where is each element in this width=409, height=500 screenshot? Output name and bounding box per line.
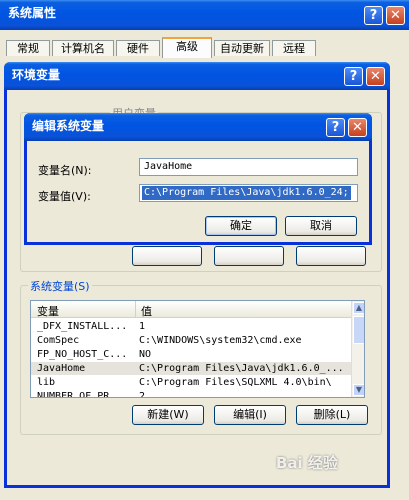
- sysprops-help-button[interactable]: ?: [364, 6, 383, 25]
- close-icon: ✕: [352, 120, 363, 135]
- var-value-selected-text: C:\Program Files\Java\jdk1.6.0_24;: [142, 186, 351, 200]
- list-item[interactable]: FP_NO_HOST_C... NO: [31, 348, 351, 361]
- editdlg-cancel-button[interactable]: 取消: [285, 216, 357, 236]
- sysprops-titlebar[interactable]: 系统属性 ? ✕: [0, 0, 409, 30]
- sys-new-button[interactable]: 新建(W): [132, 405, 204, 425]
- var-name-label: 变量名(N):: [38, 164, 92, 177]
- list-item[interactable]: NUMBER_OF_PR... 2: [31, 390, 351, 397]
- col-divider: [135, 301, 136, 317]
- tab-advanced[interactable]: 高级: [162, 37, 212, 58]
- list-item[interactable]: _DFX_INSTALL... 1: [31, 320, 351, 333]
- sys-delete-button[interactable]: 删除(L): [296, 405, 368, 425]
- editdlg-title: 编辑系统变量: [32, 119, 105, 133]
- scroll-down-icon[interactable]: ▼: [353, 384, 364, 396]
- sysprops-close-button[interactable]: ✕: [386, 6, 405, 25]
- sys-vars-label: 系统变量(S): [28, 278, 92, 294]
- editdlg-help-button[interactable]: ?: [326, 118, 345, 137]
- list-item[interactable]: lib C:\Program Files\SQLXML 4.0\bin\: [31, 376, 351, 389]
- col-header-var[interactable]: 变量: [37, 303, 59, 319]
- var-name-input[interactable]: JavaHome: [139, 158, 358, 176]
- close-icon: ✕: [370, 69, 381, 84]
- list-item-selected[interactable]: JavaHome C:\Program Files\Java\jdk1.6.0_.…: [31, 362, 351, 375]
- var-value-label: 变量值(V):: [38, 190, 91, 203]
- var-value-input[interactable]: C:\Program Files\Java\jdk1.6.0_24;: [139, 184, 358, 202]
- envvars-titlebar[interactable]: 环境变量 ? ✕: [4, 62, 390, 90]
- sysprops-title: 系统属性: [8, 6, 57, 20]
- user-edit-button-partial[interactable]: [214, 246, 284, 266]
- watermark: Bai 经验: [276, 454, 338, 472]
- envvars-help-button[interactable]: ?: [344, 67, 363, 86]
- list-header: 变量 值: [31, 301, 351, 318]
- editdlg-titlebar[interactable]: 编辑系统变量 ? ✕: [24, 113, 372, 141]
- list-item[interactable]: ComSpec C:\WINDOWS\system32\cmd.exe: [31, 334, 351, 347]
- envvars-title: 环境变量: [12, 68, 61, 82]
- list-scrollbar[interactable]: ▲ ▼: [351, 301, 364, 397]
- user-delete-button-partial[interactable]: [296, 246, 366, 266]
- sys-vars-list[interactable]: 变量 值 _DFX_INSTALL... 1 ComSpec C:\WINDOWS\…: [30, 300, 365, 398]
- user-new-button-partial[interactable]: [132, 246, 202, 266]
- editdlg-close-button[interactable]: ✕: [348, 118, 367, 137]
- scroll-up-icon[interactable]: ▲: [353, 302, 364, 314]
- envvars-close-button[interactable]: ✕: [366, 67, 385, 86]
- editdlg-ok-button[interactable]: 确定: [205, 216, 277, 236]
- help-icon: ?: [331, 120, 340, 135]
- scroll-thumb[interactable]: [353, 316, 364, 344]
- col-header-val[interactable]: 值: [141, 303, 152, 319]
- help-icon: ?: [349, 69, 358, 84]
- close-icon: ✕: [390, 8, 401, 23]
- help-icon: ?: [369, 8, 378, 23]
- sys-edit-button[interactable]: 编辑(I): [214, 405, 286, 425]
